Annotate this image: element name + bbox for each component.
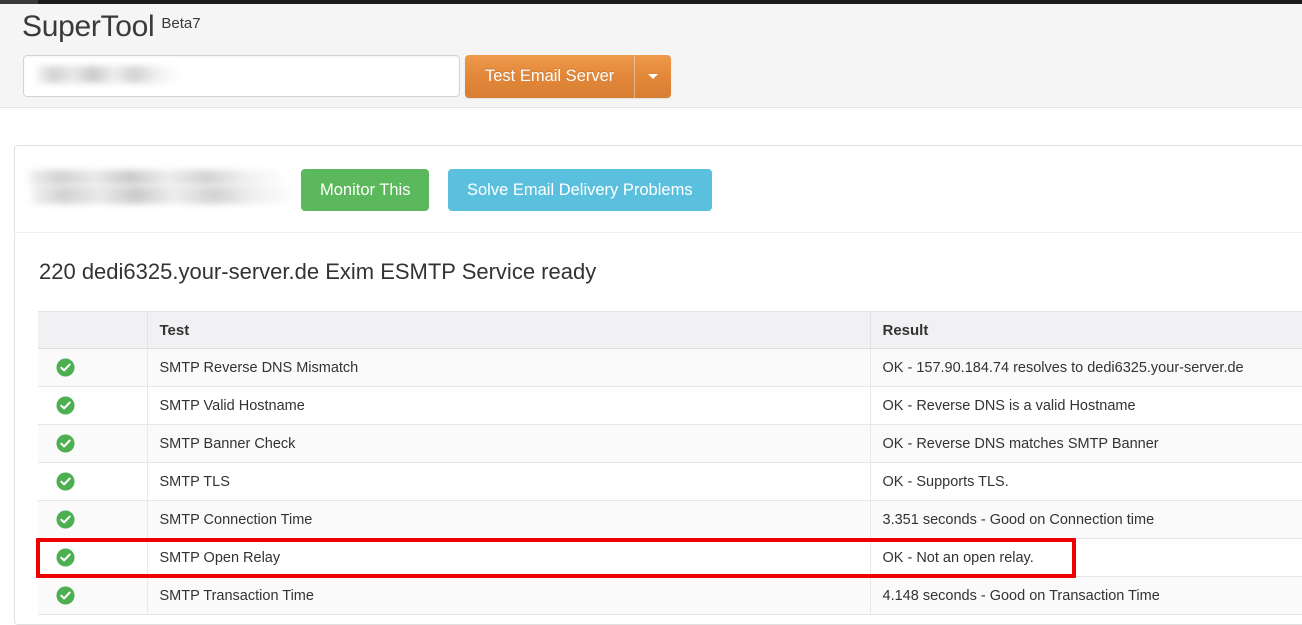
- green-check-icon: [38, 386, 148, 425]
- green-check-icon: [38, 462, 148, 501]
- green-check-icon: [38, 538, 148, 577]
- column-header-test: Test: [147, 311, 871, 349]
- monitor-this-button[interactable]: Monitor This: [301, 169, 430, 211]
- cell-test-result: 3.351 seconds - Good on Connection time: [870, 500, 1302, 539]
- redacted-search-value: [37, 66, 177, 83]
- smtp-banner-text: 220 dedi6325.your-server.de Exim ESMTP S…: [39, 259, 597, 284]
- table-row: SMTP Banner Check OK - Reverse DNS matche…: [38, 424, 1302, 463]
- app-header: SuperTool Beta7 Test Email Server: [0, 4, 1302, 108]
- green-check-icon: [38, 500, 148, 539]
- redacted-domain-label: [29, 170, 291, 210]
- column-header-status: [38, 311, 148, 349]
- table-row: SMTP Connection Time 3.351 seconds - Good…: [38, 500, 1302, 539]
- green-check-icon: [38, 348, 148, 387]
- caret-glyph: [648, 74, 659, 79]
- search-input[interactable]: [23, 55, 460, 97]
- column-header-result: Result: [870, 311, 1302, 349]
- redacted-line-2: [32, 186, 291, 204]
- cell-test-name: SMTP Open Relay: [147, 538, 871, 577]
- results-table-body: SMTP Reverse DNS Mismatch OK - 157.90.184…: [38, 348, 1302, 615]
- result-card: Monitor This Solve Email Delivery Proble…: [14, 145, 1302, 625]
- cell-test-result: OK - Not an open relay.: [870, 538, 1302, 577]
- cell-test-name: SMTP Valid Hostname: [147, 386, 871, 425]
- green-check-icon: [38, 424, 148, 463]
- cell-test-result: OK - Supports TLS.: [870, 462, 1302, 501]
- cell-test-name: SMTP TLS: [147, 462, 871, 501]
- cell-test-name: SMTP Connection Time: [147, 500, 871, 539]
- table-row: SMTP Valid Hostname OK - Reverse DNS is a…: [38, 386, 1302, 425]
- page-title: SuperTool: [22, 10, 155, 43]
- cell-test-name: SMTP Reverse DNS Mismatch: [147, 348, 871, 387]
- beta-badge: Beta7: [161, 15, 201, 32]
- results-table-head: Test Result: [38, 311, 1302, 349]
- table-header-row: Test Result: [38, 311, 1302, 349]
- cell-test-result: OK - 157.90.184.74 resolves to dedi6325.…: [870, 348, 1302, 387]
- table-row: SMTP Open Relay OK - Not an open relay.: [38, 538, 1302, 577]
- redacted-line-1: [29, 170, 282, 185]
- results-table: Test Result SMTP Reverse DNS Mismatch OK …: [38, 311, 1302, 615]
- chevron-down-icon[interactable]: [634, 55, 672, 98]
- green-check-icon: [38, 576, 148, 615]
- cell-test-name: SMTP Banner Check: [147, 424, 871, 463]
- page-body: Monitor This Solve Email Delivery Proble…: [0, 109, 1302, 625]
- cell-test-result: OK - Reverse DNS is a valid Hostname: [870, 386, 1302, 425]
- test-email-server-button-group: Test Email Server: [465, 55, 672, 98]
- test-email-server-button[interactable]: Test Email Server: [465, 55, 635, 98]
- table-row: SMTP Transaction Time 4.148 seconds - Goo…: [38, 576, 1302, 615]
- table-row: SMTP TLS OK - Supports TLS.: [38, 462, 1302, 501]
- cell-test-name: SMTP Transaction Time: [147, 576, 871, 615]
- solve-email-delivery-problems-button[interactable]: Solve Email Delivery Problems: [448, 169, 712, 211]
- table-row: SMTP Reverse DNS Mismatch OK - 157.90.184…: [38, 348, 1302, 387]
- actions-row: Monitor This Solve Email Delivery Proble…: [15, 146, 1302, 233]
- cell-test-result: OK - Reverse DNS matches SMTP Banner: [870, 424, 1302, 463]
- cell-test-result: 4.148 seconds - Good on Transaction Time: [870, 576, 1302, 615]
- brand: SuperTool Beta7: [22, 10, 201, 44]
